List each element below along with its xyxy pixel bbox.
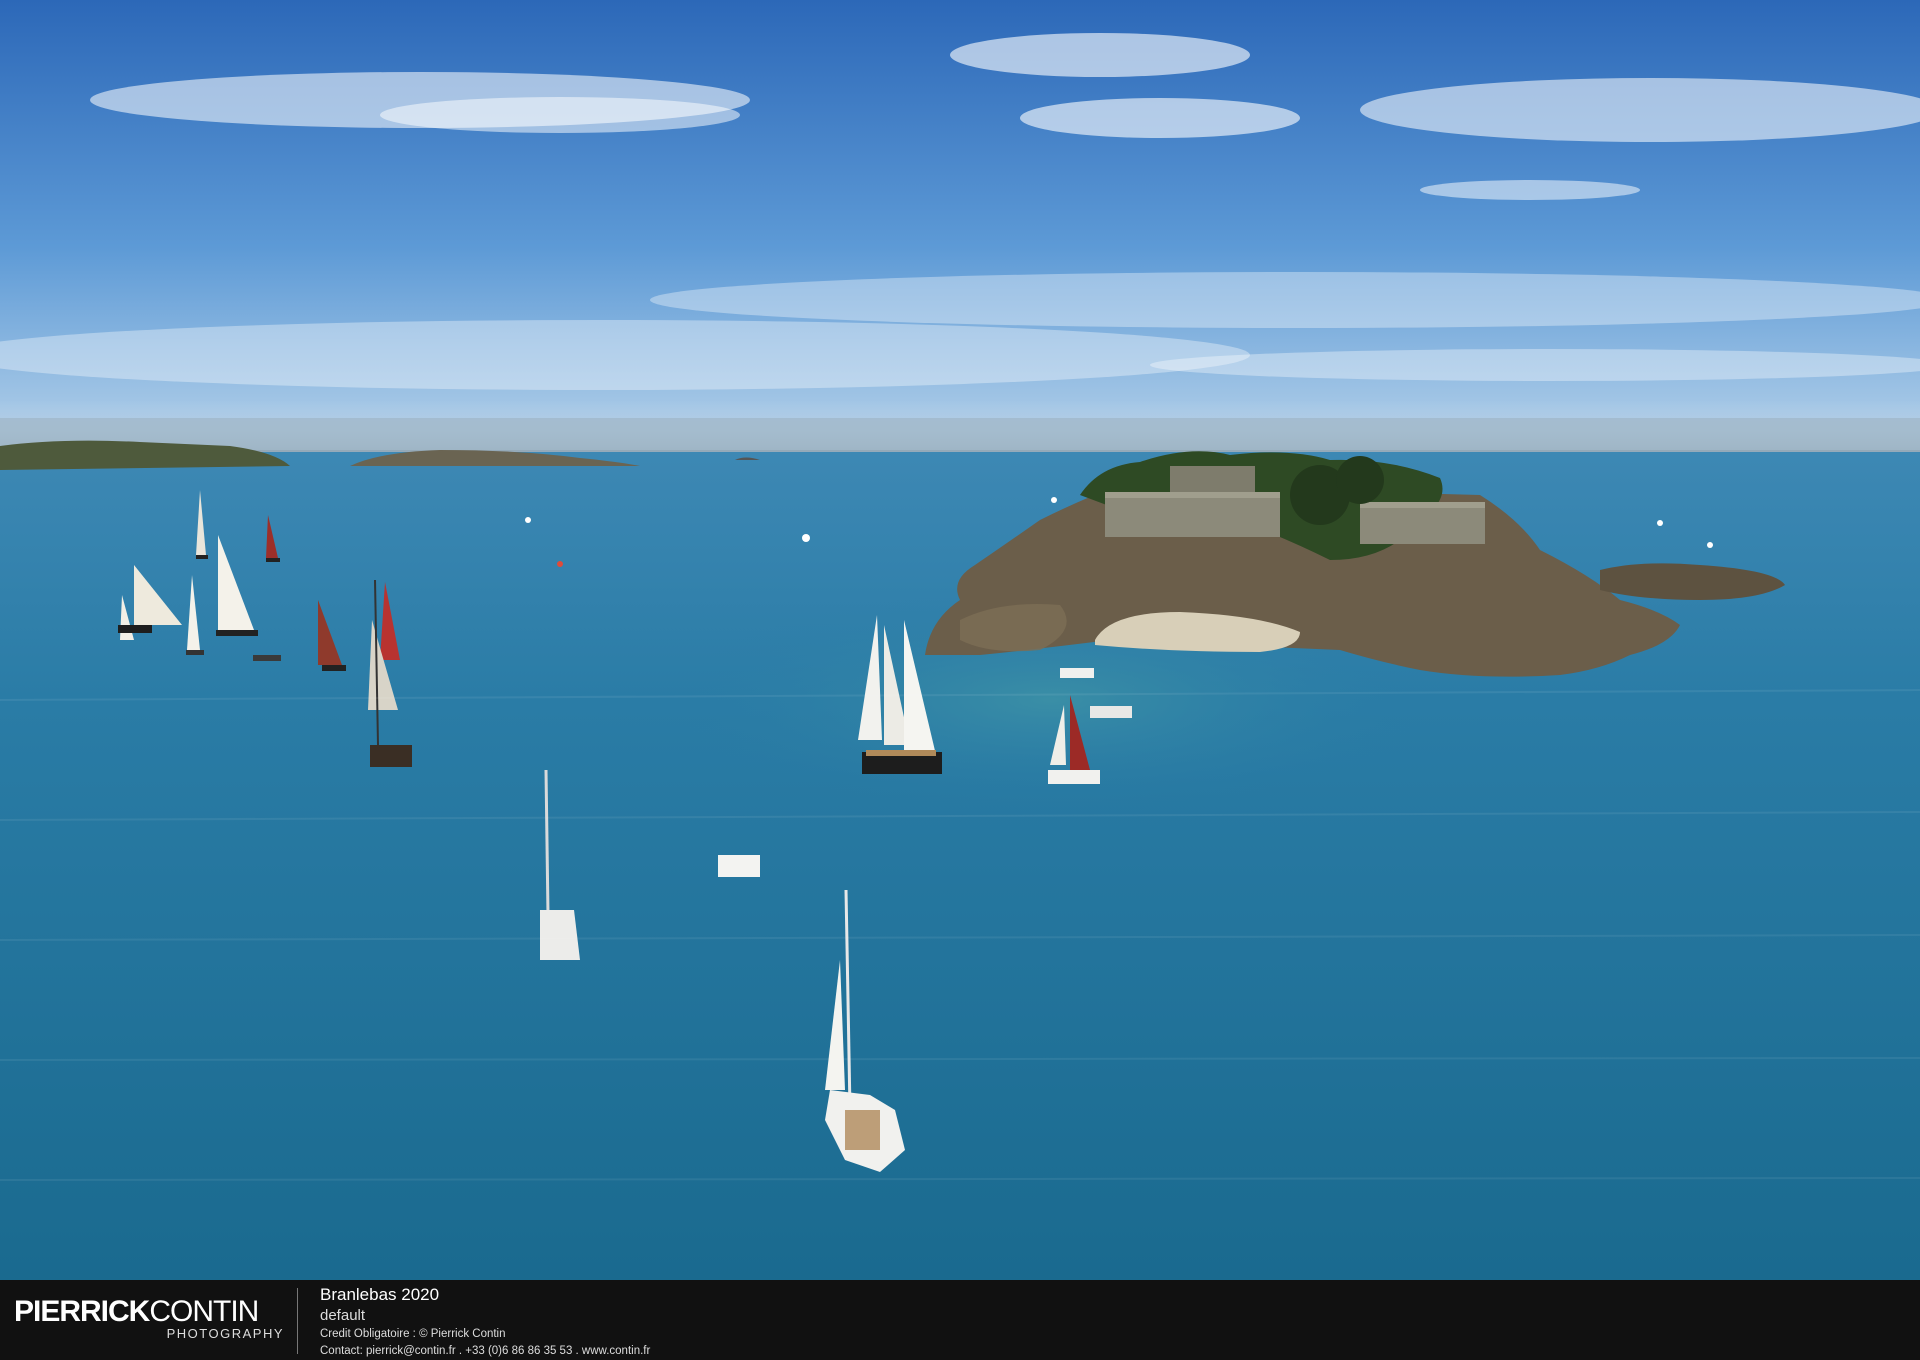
photograph [0, 0, 1920, 1280]
fort-wall-left [1105, 492, 1280, 537]
fort-wall-right [1360, 502, 1485, 544]
photo-credit-bar: PIERRICKCONTIN PHOTOGRAPHY Branlebas 202… [0, 1280, 1920, 1360]
motorboat [718, 855, 760, 877]
caption-block: Branlebas 2020 default Credit Obligatoir… [320, 1284, 650, 1360]
photo-credit: Credit Obligatoire : © Pierrick Contin [320, 1328, 506, 1340]
footer-divider [297, 1288, 298, 1354]
motorboat [1090, 706, 1132, 718]
photo-contact: Contact: pierrick@contin.fr . +33 (0)6 8… [320, 1345, 651, 1357]
motorboat [1060, 668, 1094, 678]
photo-scene [0, 0, 1920, 1280]
brand-name: PIERRICKCONTIN [14, 1296, 284, 1328]
photo-subtitle: default [320, 1307, 366, 1324]
brand-subtitle: PHOTOGRAPHY [166, 1326, 284, 1341]
photo-title: Branlebas 2020 [320, 1285, 440, 1304]
brand-logo: PIERRICKCONTIN PHOTOGRAPHY [14, 1296, 284, 1342]
brand-name-light: CONTIN [149, 1295, 259, 1328]
brand-name-bold: PIERRICK [14, 1295, 150, 1328]
